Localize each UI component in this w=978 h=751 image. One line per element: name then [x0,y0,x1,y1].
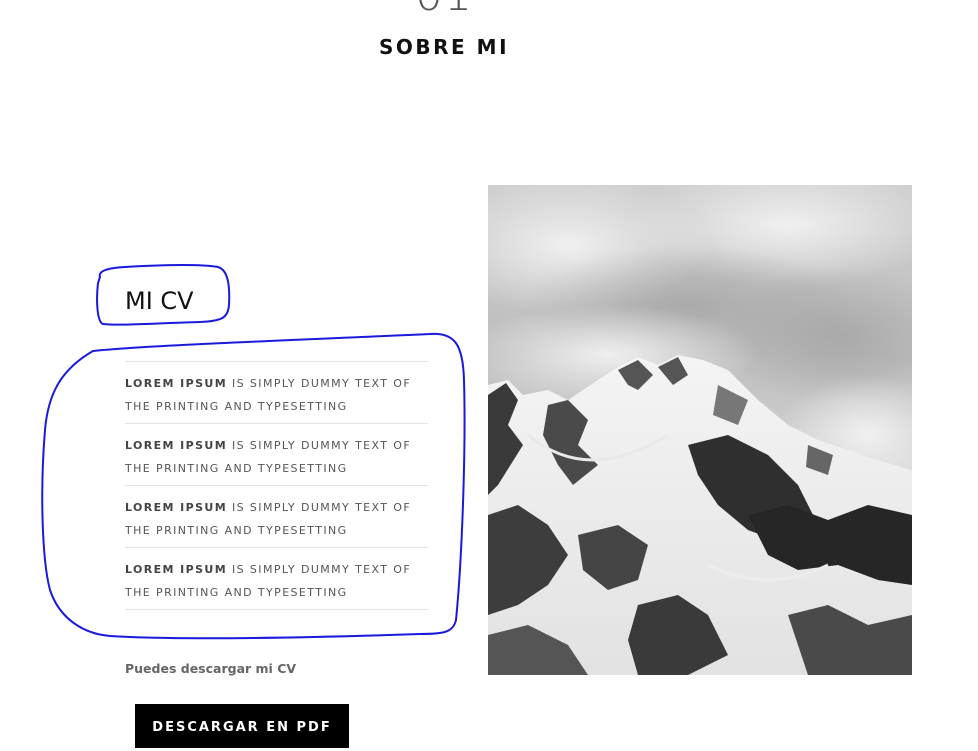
cv-list: LOREM IPSUM IS SIMPLY DUMMY TEXT OF THE … [125,361,428,610]
cv-heading: MI CV [125,287,194,315]
list-item: LOREM IPSUM IS SIMPLY DUMMY TEXT OF THE … [125,548,428,610]
list-item-lead: LOREM IPSUM [125,563,228,576]
list-item: LOREM IPSUM IS SIMPLY DUMMY TEXT OF THE … [125,486,428,548]
section-title: SOBRE MI [378,35,510,59]
download-cv-text: Puedes descargar mi CV [125,661,297,676]
list-item-lead: LOREM IPSUM [125,377,228,390]
list-item-lead: LOREM IPSUM [125,439,228,452]
list-item-lead: LOREM IPSUM [125,501,228,514]
list-item: LOREM IPSUM IS SIMPLY DUMMY TEXT OF THE … [125,424,428,486]
mountain-photo [488,185,912,675]
download-pdf-button[interactable]: DESCARGAR EN PDF [135,704,349,748]
list-item: LOREM IPSUM IS SIMPLY DUMMY TEXT OF THE … [125,362,428,424]
section-number: 01 [0,0,888,18]
